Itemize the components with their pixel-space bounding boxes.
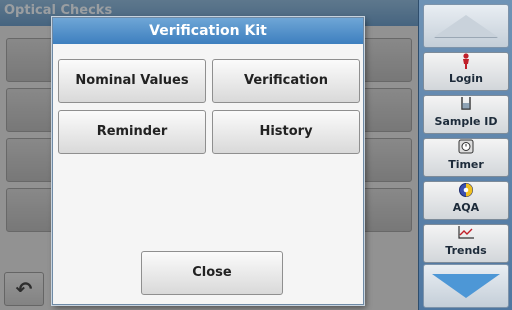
verification-button[interactable]: Verification: [212, 59, 360, 103]
sidebar-login-label: Login: [448, 72, 484, 85]
person-icon: [424, 53, 508, 71]
sidebar-login-button[interactable]: Login: [423, 52, 509, 91]
scroll-up-button[interactable]: [423, 4, 509, 48]
beaker-icon: [424, 96, 508, 114]
timer-icon: [424, 139, 508, 157]
close-button[interactable]: Close: [141, 251, 283, 295]
sidebar-sample-id-label: Sample ID: [434, 115, 498, 128]
up-arrow-icon: [434, 15, 498, 37]
nominal-values-button[interactable]: Nominal Values: [58, 59, 206, 103]
sidebar-trends-label: Trends: [445, 244, 487, 257]
verification-kit-dialog: Verification Kit Nominal Values Verifica…: [52, 17, 364, 305]
history-button[interactable]: History: [212, 110, 360, 154]
down-arrow-icon: [432, 274, 500, 298]
instrument-screen: Optical Checks ↶ Menu Login Sample ID: [0, 0, 512, 310]
aqa-icon: [424, 182, 508, 200]
sidebar: Login Sample ID Timer AQA Trends: [418, 0, 512, 310]
reminder-button[interactable]: Reminder: [58, 110, 206, 154]
sidebar-timer-label: Timer: [448, 158, 484, 171]
dialog-title: Verification Kit: [53, 18, 363, 44]
scroll-down-button[interactable]: [423, 264, 509, 308]
sidebar-aqa-label: AQA: [452, 201, 480, 214]
sidebar-timer-button[interactable]: Timer: [423, 138, 509, 177]
sidebar-trends-button[interactable]: Trends: [423, 224, 509, 263]
chart-icon: [424, 225, 508, 243]
sidebar-sample-id-button[interactable]: Sample ID: [423, 95, 509, 134]
sidebar-aqa-button[interactable]: AQA: [423, 181, 509, 220]
